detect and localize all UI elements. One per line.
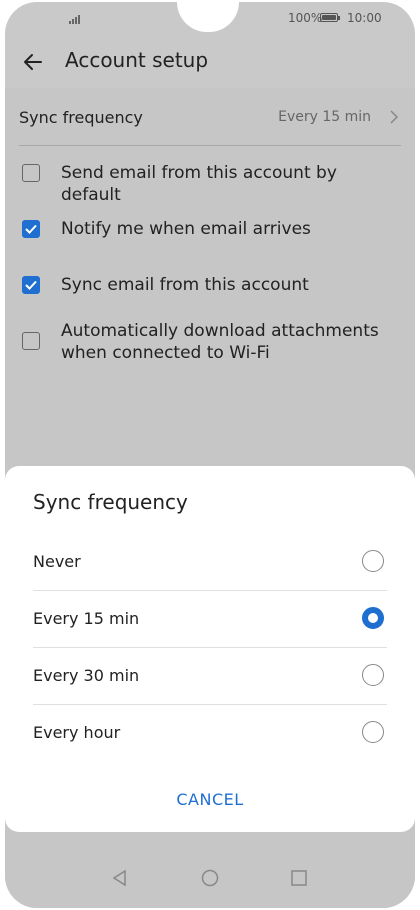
choice-every-hour[interactable]: Every hour xyxy=(5,705,415,761)
radio-every-15-min[interactable] xyxy=(362,607,384,629)
sync-frequency-value: Every 15 min xyxy=(278,109,371,125)
choice-label: Every hour xyxy=(33,723,121,742)
checkbox-sync-email[interactable] xyxy=(22,276,40,294)
checkbox-notify[interactable] xyxy=(22,220,40,238)
checkbox-default-sender[interactable] xyxy=(22,164,40,182)
option-row-sync-email[interactable]: Sync email from this account xyxy=(5,262,415,312)
camera-notch xyxy=(177,2,239,32)
choice-label: Never xyxy=(33,552,81,571)
back-triangle-icon[interactable] xyxy=(111,869,129,887)
checkbox-auto-download[interactable] xyxy=(22,332,40,350)
clock: 10:00 xyxy=(347,11,382,25)
choice-every-30-min[interactable]: Every 30 min xyxy=(5,648,415,704)
chevron-right-icon xyxy=(390,110,399,124)
recents-square-icon[interactable] xyxy=(290,869,308,887)
divider xyxy=(19,145,401,146)
option-label: Send email from this account by default xyxy=(61,163,337,205)
radio-never[interactable] xyxy=(362,550,384,572)
back-arrow-icon[interactable] xyxy=(21,50,45,74)
battery-percent: 100% xyxy=(288,11,323,25)
option-label: Automatically download attachments when … xyxy=(61,321,379,363)
cancel-button[interactable]: CANCEL xyxy=(160,790,260,809)
system-nav-bar xyxy=(5,857,415,897)
page-title: Account setup xyxy=(65,48,209,72)
status-bar: 100% 10:00 xyxy=(5,2,415,34)
option-row-auto-download[interactable]: Automatically download attachments when … xyxy=(5,316,415,372)
radio-every-hour[interactable] xyxy=(362,721,384,743)
option-row-notify[interactable]: Notify me when email arrives xyxy=(5,206,415,256)
choice-label: Every 30 min xyxy=(33,666,140,685)
sync-frequency-dialog: Sync frequency Never Every 15 min Every … xyxy=(5,466,415,832)
choice-label: Every 15 min xyxy=(33,609,140,628)
option-row-default-sender[interactable]: Send email from this account by default xyxy=(5,150,415,205)
choice-every-15-min[interactable]: Every 15 min xyxy=(5,591,415,647)
phone-screen: 100% 10:00 Account setup Sync frequency … xyxy=(5,2,415,908)
option-label: Sync email from this account xyxy=(61,275,309,295)
sync-frequency-label: Sync frequency xyxy=(19,108,143,127)
sync-frequency-row[interactable]: Sync frequency Every 15 min xyxy=(5,88,415,144)
battery-icon xyxy=(320,13,340,22)
signal-icon xyxy=(69,12,85,24)
home-circle-icon[interactable] xyxy=(201,869,219,887)
choice-never[interactable]: Never xyxy=(5,534,415,590)
dialog-title: Sync frequency xyxy=(33,490,188,514)
app-header: Account setup xyxy=(5,34,415,88)
option-label: Notify me when email arrives xyxy=(61,219,311,239)
radio-every-30-min[interactable] xyxy=(362,664,384,686)
